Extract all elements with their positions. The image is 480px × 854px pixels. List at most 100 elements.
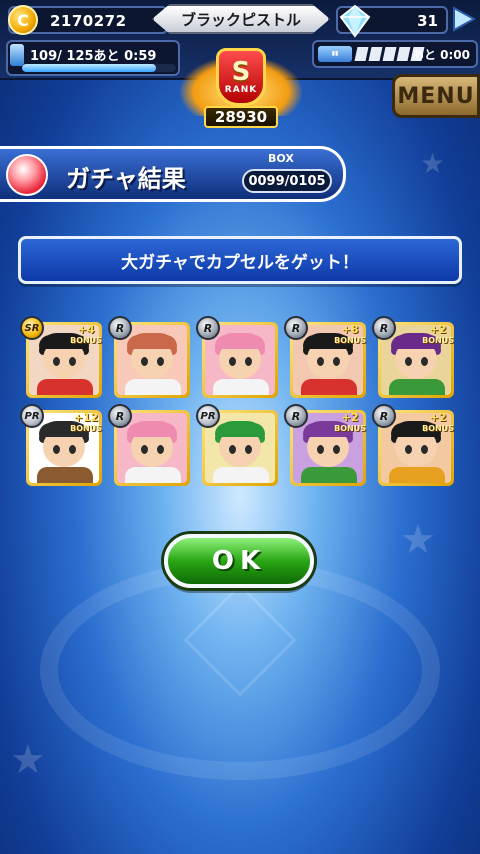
bonus-badge: +8 BONUS [334, 324, 366, 346]
ticket-icon: ▮▮ [318, 46, 352, 62]
character-eye [53, 445, 60, 454]
rarity-badge: R [284, 316, 308, 340]
ticket-segment [368, 47, 383, 61]
character-uniform [37, 379, 93, 395]
rank-letter: S [231, 57, 251, 87]
character-eye [405, 357, 412, 366]
bonus-label: BONUS [422, 424, 454, 433]
bonus-badge: +2 BONUS [422, 324, 454, 346]
rarity-badge: PR [196, 404, 220, 428]
stamina-icon [10, 44, 24, 66]
star-decoration: ★ [420, 147, 446, 180]
character-eye [421, 357, 428, 366]
bonus-label: BONUS [334, 424, 366, 433]
capsule-card[interactable]: R +2 BONUS [372, 316, 454, 398]
coin-icon: C [8, 5, 38, 35]
menu-button[interactable]: MENU [392, 74, 480, 118]
box-counter: 0099/0105 [242, 169, 332, 193]
character-eye [245, 445, 252, 454]
capsule-card[interactable]: PR [196, 404, 278, 486]
character-uniform [389, 379, 445, 395]
character-eye [405, 445, 412, 454]
rank-shield: S RANK [216, 48, 266, 106]
rarity-badge: PR [20, 404, 44, 428]
ok-button[interactable]: OK [164, 534, 314, 588]
character-eye [229, 445, 236, 454]
ticket-meter: ▮▮ あと 0:00 [312, 40, 478, 68]
capsule-card[interactable]: R [108, 404, 190, 486]
ticket-segment [396, 47, 411, 61]
character-uniform [213, 379, 269, 395]
rarity-badge: SR [20, 316, 44, 340]
bonus-value: +8 [341, 323, 359, 336]
coin-value: 2170272 [50, 12, 127, 30]
character-eye [53, 357, 60, 366]
bonus-label: BONUS [70, 424, 102, 433]
capsule-card[interactable]: R [108, 316, 190, 398]
character-eye [333, 357, 340, 366]
play-icon[interactable] [448, 4, 478, 34]
character-eye [229, 357, 236, 366]
character-eye [157, 445, 164, 454]
character-bangs [215, 423, 265, 437]
bonus-value: +2 [429, 323, 447, 336]
stamina-bar [22, 64, 176, 72]
bonus-value: +2 [429, 411, 447, 424]
capsule-card[interactable]: R +8 BONUS [284, 316, 366, 398]
rarity-badge: R [108, 316, 132, 340]
character-uniform [125, 379, 181, 395]
coin-counter: C 2170272 [8, 5, 168, 35]
result-message-banner: 大ガチャでカプセルをゲット！ [18, 236, 462, 284]
rarity-badge: R [196, 316, 220, 340]
bonus-badge: +2 BONUS [334, 412, 366, 434]
bonus-badge: +2 BONUS [422, 412, 454, 434]
gacha-result-header: ガチャ結果 BOX 0099/0105 [0, 146, 346, 202]
bonus-badge: +4 BONUS [70, 324, 102, 346]
bonus-label: BONUS [334, 336, 366, 345]
character-uniform [389, 467, 445, 483]
character-eye [69, 445, 76, 454]
player-name: ブラックピストル [180, 10, 301, 29]
stamina-meter: 109/ 125あと 0:59 [6, 40, 180, 76]
character-eye [333, 445, 340, 454]
character-eye [141, 357, 148, 366]
character-eye [141, 445, 148, 454]
capsule-icon [6, 154, 48, 196]
stamina-bar-fill [22, 64, 157, 72]
rank-badge[interactable]: S RANK 28930 [180, 46, 302, 132]
rarity-badge: R [108, 404, 132, 428]
gem-counter[interactable]: 31 [336, 4, 448, 38]
character-uniform [213, 467, 269, 483]
character-eye [245, 357, 252, 366]
star-decoration: ★ [10, 737, 46, 783]
rarity-badge: R [372, 404, 396, 428]
gem-icon [339, 4, 371, 38]
bonus-value: +12 [73, 411, 99, 424]
ticket-segment [354, 47, 369, 61]
rank-label: RANK [224, 85, 258, 95]
character-eye [317, 445, 324, 454]
character-uniform [125, 467, 181, 483]
capsule-card[interactable]: R +2 BONUS [372, 404, 454, 486]
bonus-badge: +12 BONUS [70, 412, 102, 434]
capsule-card[interactable]: R +2 BONUS [284, 404, 366, 486]
character-uniform [37, 467, 93, 483]
ticket-segment [382, 47, 397, 61]
rarity-badge: R [372, 316, 396, 340]
capsule-card[interactable]: R [196, 316, 278, 398]
box-label: BOX [268, 152, 294, 165]
character-bangs [127, 423, 177, 437]
bonus-label: BONUS [70, 336, 102, 345]
capsule-card[interactable]: PR +12 BONUS [20, 404, 102, 486]
player-name-plate[interactable]: ブラックピストル [152, 4, 330, 34]
character-bangs [215, 335, 265, 349]
stamina-text: 109/ 125あと 0:59 [30, 49, 157, 64]
gem-value: 31 [417, 12, 438, 30]
capsule-card[interactable]: SR +4 BONUS [20, 316, 102, 398]
bonus-value: +2 [341, 411, 359, 424]
character-bangs [127, 335, 177, 349]
character-eye [317, 357, 324, 366]
character-uniform [301, 379, 357, 395]
page-title: ガチャ結果 [66, 165, 186, 193]
result-message: 大ガチャでカプセルをゲット！ [121, 252, 359, 273]
